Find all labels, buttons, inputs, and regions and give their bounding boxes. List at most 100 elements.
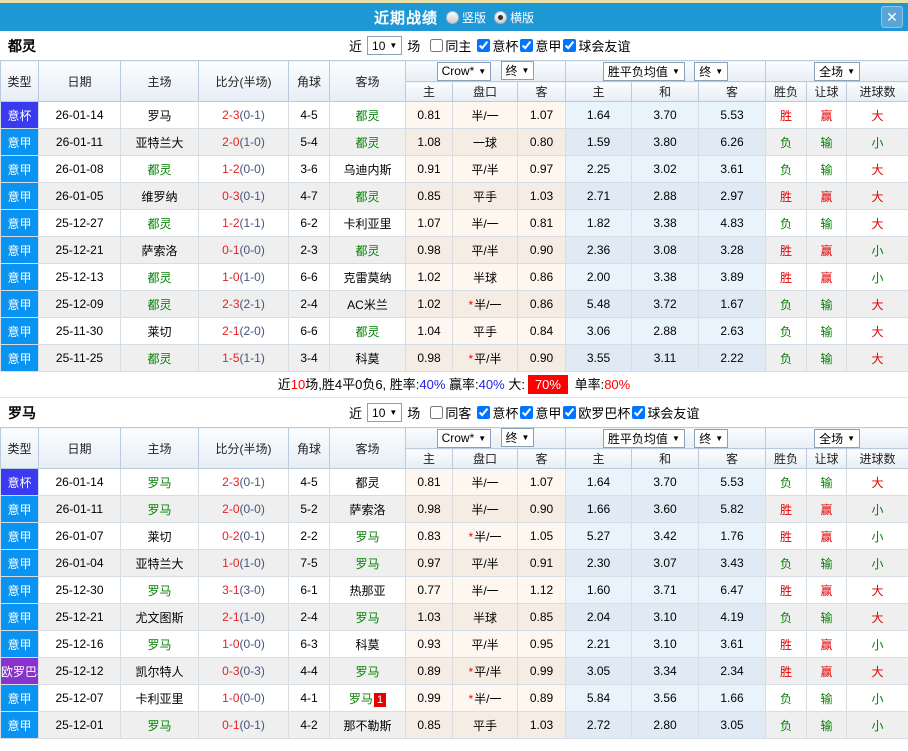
cell-result: 胜	[765, 182, 808, 210]
col-header-asia-away: 客	[516, 448, 567, 469]
europe-odds-group-header: 胜平负均值 ▼ 终 ▼	[565, 60, 767, 82]
layout-radio-horizontal[interactable]: 横版	[494, 9, 534, 26]
cell-asia-home-odds: 1.02	[405, 290, 453, 318]
checkbox-input[interactable]	[430, 406, 444, 419]
match-count-value: 10	[372, 405, 386, 420]
cell-asia-home-odds: 1.02	[405, 263, 453, 291]
summary-segment: 场,胜4平0负6,	[305, 377, 390, 392]
cell-euro-draw-odds: 3.72	[631, 290, 700, 318]
cell-home-team: 卡利亚里	[120, 684, 199, 712]
bookmaker-select[interactable]: Crow* ▼	[436, 61, 492, 81]
col-header-euro-draw: 和	[631, 448, 700, 469]
checkbox-input[interactable]	[563, 39, 577, 52]
wdl-average-select[interactable]: 胜平负均值 ▼	[602, 61, 685, 81]
cell-handicap: 半/一	[452, 468, 518, 496]
red-card-badge: 1	[373, 692, 387, 707]
cell-home-team: 罗马	[120, 495, 199, 523]
checkbox-input[interactable]	[430, 39, 444, 52]
filter-league-checkbox[interactable]: 球会友谊	[632, 403, 699, 422]
checkbox-input[interactable]	[477, 39, 491, 52]
odds-time-select[interactable]: 终 ▼	[694, 428, 729, 448]
changed-odds-asterisk: *	[468, 664, 474, 679]
cell-home-team: 都灵	[120, 155, 199, 183]
chevron-down-icon: ▼	[671, 66, 680, 76]
same-venue-checkbox[interactable]: 同客	[430, 403, 471, 422]
odds-time-select[interactable]: 终 ▼	[500, 428, 535, 448]
checkbox-input[interactable]	[563, 406, 577, 419]
cell-handicap: 半球	[452, 263, 518, 291]
cell-euro-win-odds: 1.64	[565, 101, 633, 129]
filter-league-checkbox[interactable]: 球会友谊	[563, 36, 630, 55]
wdl-average-select[interactable]: 胜平负均值 ▼	[602, 428, 685, 448]
cell-away-team: 科莫	[329, 630, 406, 658]
cell-away-team: 罗马	[329, 657, 406, 685]
match-row: 意甲 25-12-09 都灵 2-3(2-1) 2-4 AC米兰 1.02 *半/一 0.86 5…	[0, 290, 908, 318]
cell-result: 负	[765, 711, 808, 739]
cell-corners: 6-6	[288, 317, 330, 345]
filter-league-label: 球会友谊	[647, 406, 700, 421]
cell-corners: 6-2	[288, 209, 330, 237]
cell-goals-result: 小	[846, 522, 908, 550]
cell-away-team: 克雷莫纳	[329, 263, 406, 291]
cell-away-team: 那不勒斯	[329, 711, 406, 739]
checkbox-input[interactable]	[477, 406, 491, 419]
filter-league-checkbox[interactable]: 意甲	[520, 403, 561, 422]
scope-select[interactable]: 全场 ▼	[814, 428, 861, 448]
odds-time-value: 终	[699, 431, 712, 446]
filter-league-label: 意甲	[535, 406, 562, 421]
col-header-handicap: 盘口	[452, 81, 518, 102]
summary-segment: 赢率:	[445, 377, 479, 392]
match-count-select[interactable]: 10 ▼	[367, 36, 403, 55]
odds-time-select[interactable]: 终 ▼	[500, 61, 535, 81]
cell-handicap: 平/半	[452, 549, 518, 577]
cell-corners: 6-6	[288, 263, 330, 291]
same-venue-label: 同客	[445, 406, 472, 421]
cell-corners: 4-5	[288, 468, 330, 496]
filter-league-label: 欧罗巴杯	[578, 406, 631, 421]
bookmaker-value: Crow*	[441, 431, 475, 446]
col-header-score: 比分(半场)	[198, 427, 289, 469]
odds-time-select[interactable]: 终 ▼	[694, 61, 729, 81]
cell-asia-home-odds: 0.83	[405, 522, 453, 550]
summary-segment: 单率:	[570, 377, 605, 392]
same-venue-checkbox[interactable]: 同主	[430, 36, 471, 55]
team-name: 都灵	[8, 37, 36, 54]
cell-goals-result: 小	[846, 684, 908, 712]
scope-value: 全场	[819, 431, 844, 446]
cell-handicap: 半球	[452, 603, 518, 631]
cell-asia-home-odds: 0.98	[405, 236, 453, 264]
cell-euro-win-odds: 2.04	[565, 603, 633, 631]
cell-score: 1-0(1-0)	[198, 263, 289, 291]
league-badge: 意甲	[0, 155, 39, 183]
checkbox-input[interactable]	[632, 406, 646, 419]
cell-euro-win-odds: 1.64	[565, 468, 633, 496]
cell-euro-win-odds: 5.84	[565, 684, 633, 712]
filter-league-checkbox[interactable]: 欧罗巴杯	[563, 403, 630, 422]
cell-asia-home-odds: 1.08	[405, 128, 453, 156]
cell-euro-win-odds: 1.59	[565, 128, 633, 156]
filter-league-checkbox[interactable]: 意杯	[477, 403, 518, 422]
cell-result: 负	[765, 155, 808, 183]
chevron-down-icon: ▼	[478, 66, 487, 76]
filter-league-checkbox[interactable]: 意杯	[477, 36, 518, 55]
cell-euro-lose-odds: 5.53	[698, 101, 767, 129]
cell-score: 0-3(0-1)	[198, 182, 289, 210]
cell-score: 1-2(0-0)	[198, 155, 289, 183]
bookmaker-select[interactable]: Crow* ▼	[436, 428, 492, 448]
cell-home-team: 罗马	[120, 711, 199, 739]
col-header-euro-win: 主	[565, 81, 633, 102]
cell-goals-result: 大	[846, 155, 908, 183]
cell-asia-home-odds: 0.85	[405, 711, 453, 739]
checkbox-input[interactable]	[520, 406, 534, 419]
scope-select[interactable]: 全场 ▼	[814, 61, 861, 81]
filter-league-label: 球会友谊	[578, 39, 631, 54]
match-count-select[interactable]: 10 ▼	[367, 403, 403, 422]
close-icon[interactable]: ✕	[881, 6, 903, 28]
cell-handicap-result: 输	[806, 209, 848, 237]
cell-corners: 7-5	[288, 549, 330, 577]
chevron-down-icon: ▼	[389, 408, 398, 417]
layout-radio-vertical[interactable]: 竖版	[445, 9, 486, 26]
filter-league-checkbox[interactable]: 意甲	[520, 36, 561, 55]
checkbox-input[interactable]	[520, 39, 534, 52]
cell-euro-draw-odds: 3.10	[631, 603, 700, 631]
